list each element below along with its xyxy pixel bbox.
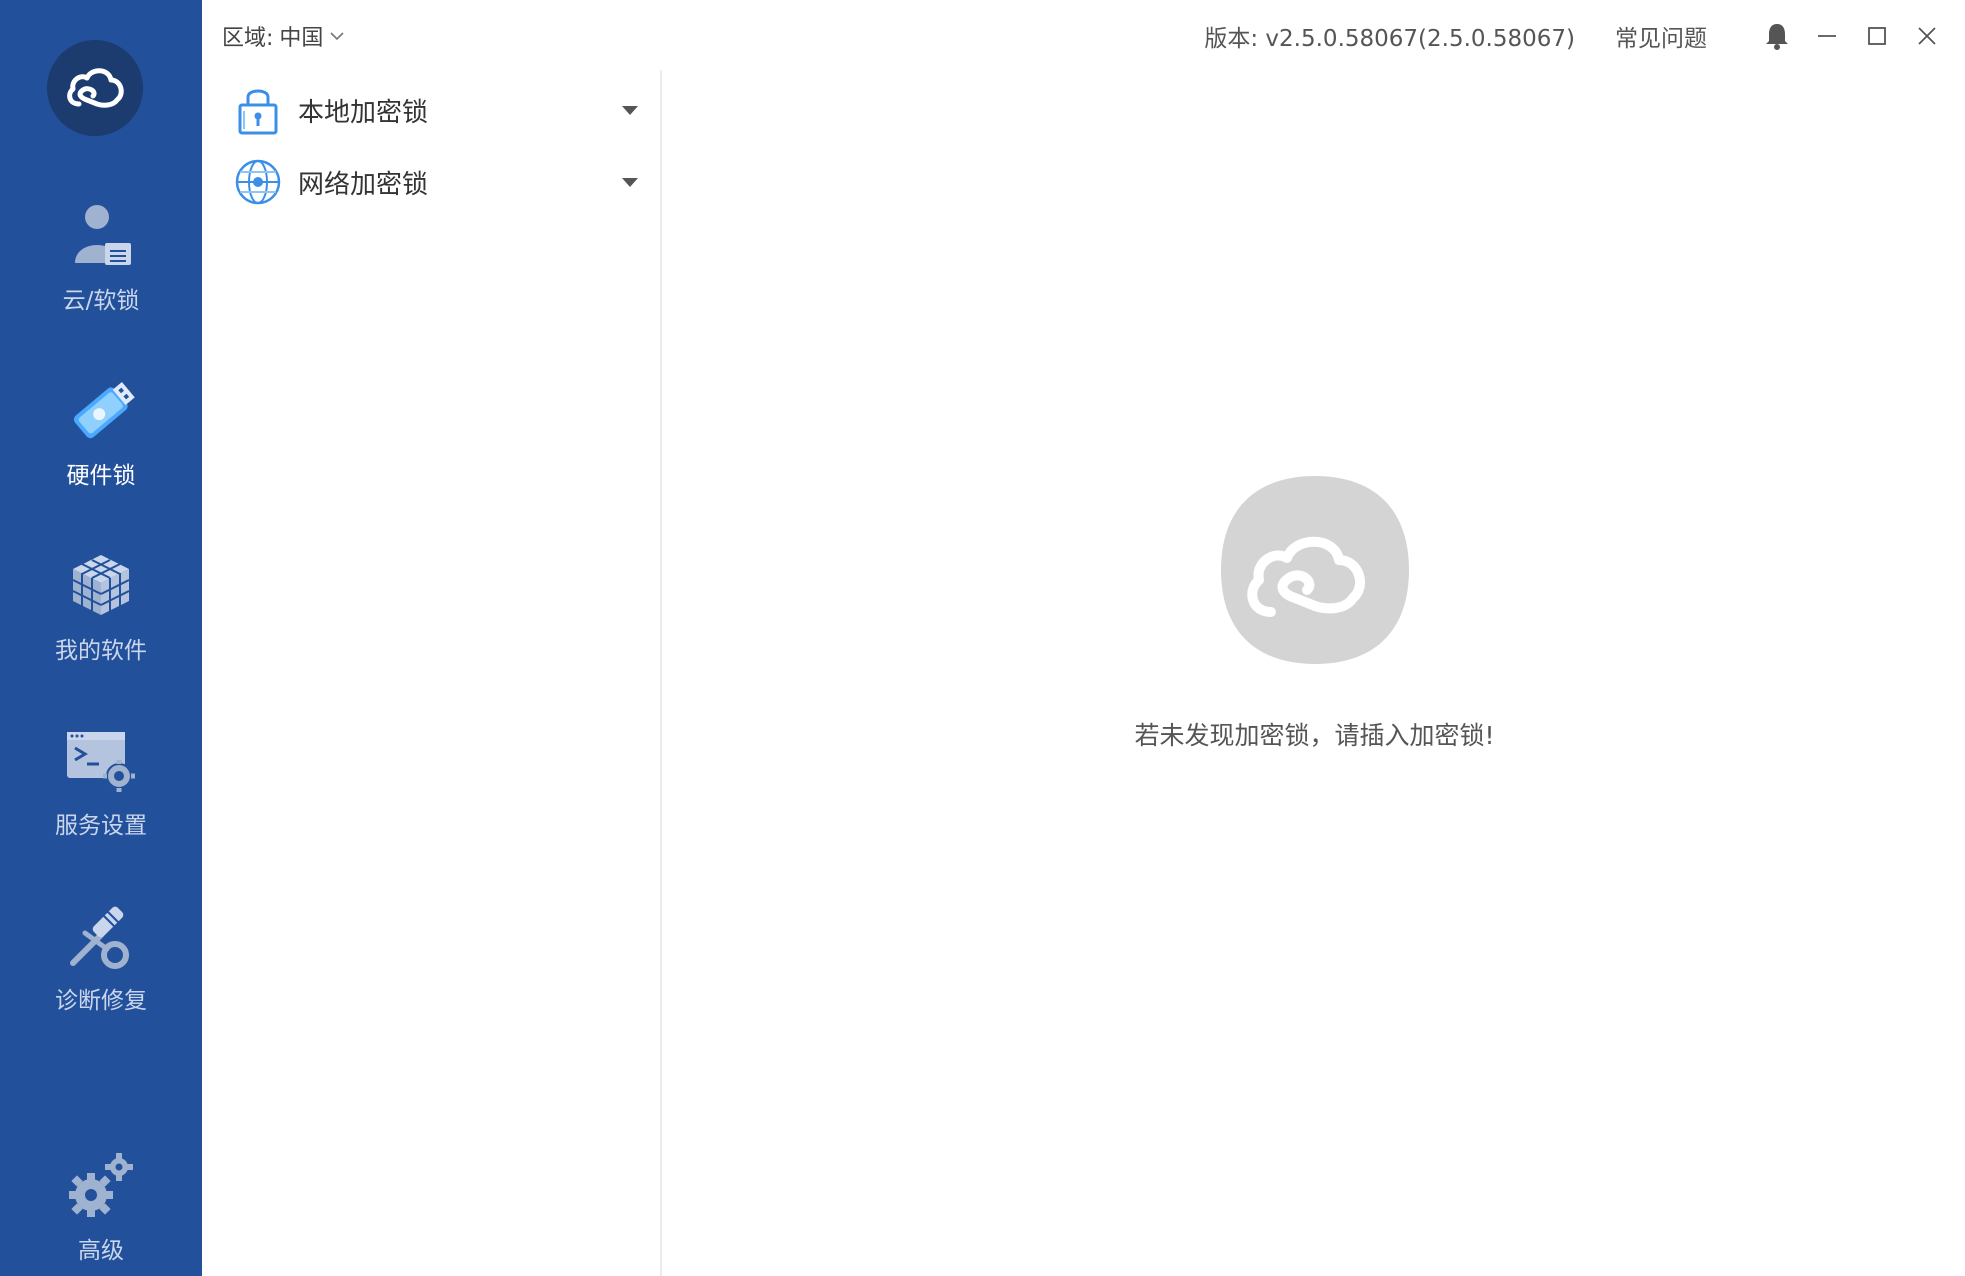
nav-label: 云/软锁	[62, 288, 140, 314]
tree-item-label: 本地加密锁	[298, 97, 429, 128]
side-nav: 云/软锁 硬件锁 我的软件 服务设置 诊断修复 高级	[0, 0, 202, 1276]
nav-item-my-software[interactable]: 我的软件	[0, 545, 202, 685]
lock-tree-panel: 本地加密锁 网络加密锁	[202, 70, 662, 1276]
maximize-button[interactable]	[1857, 16, 1897, 56]
nav-item-service-settings[interactable]: 服务设置	[0, 720, 202, 860]
nav-label: 硬件锁	[66, 463, 136, 489]
close-button[interactable]	[1907, 16, 1947, 56]
minimize-icon	[1818, 35, 1836, 37]
version-text: 版本: v2.5.0.58067(2.5.0.58067)	[1204, 26, 1575, 52]
maximize-icon	[1868, 27, 1886, 45]
faq-link[interactable]: 常见问题	[1615, 19, 1707, 53]
nav-item-cloud-soft-lock[interactable]: 云/软锁	[0, 195, 202, 335]
nav-label: 高级	[78, 1238, 124, 1264]
user-card-icon	[61, 195, 141, 275]
region-selector[interactable]: 区域: 中国	[222, 20, 345, 52]
nav-item-hardware-lock[interactable]: 硬件锁	[0, 370, 202, 510]
cube-grid-icon	[61, 545, 141, 625]
nav-item-advanced[interactable]: 高级	[0, 1145, 202, 1276]
region-label: 区域:	[222, 26, 274, 51]
tree-item-local-lock[interactable]: 本地加密锁	[232, 82, 642, 138]
empty-state: 若未发现加密锁，请插入加密锁!	[664, 470, 1965, 752]
globe-icon	[232, 156, 284, 208]
repair-tools-icon	[61, 895, 141, 975]
usb-dongle-icon	[61, 370, 141, 450]
region-value: 中国	[279, 26, 324, 51]
app-logo	[47, 40, 143, 136]
tree-item-network-lock[interactable]: 网络加密锁	[232, 154, 642, 210]
title-bar-actions: 版本: v2.5.0.58067(2.5.0.58067) 常见问题	[1204, 16, 1947, 56]
gears-icon	[61, 1145, 141, 1225]
padlock-icon	[232, 84, 284, 136]
cloud-lock-logo-icon	[67, 68, 124, 108]
tree-item-label: 网络加密锁	[298, 169, 429, 200]
caret-down-icon[interactable]	[622, 177, 638, 187]
minimize-button[interactable]	[1807, 16, 1847, 56]
bell-icon	[1766, 24, 1788, 50]
close-icon	[1918, 27, 1936, 45]
notification-button[interactable]	[1757, 16, 1797, 56]
empty-state-message: 若未发现加密锁，请插入加密锁!	[1134, 721, 1495, 750]
terminal-gear-icon	[61, 720, 141, 800]
nav-label: 我的软件	[55, 638, 147, 664]
chevron-down-icon	[330, 32, 345, 41]
nav-label: 服务设置	[55, 813, 147, 839]
caret-down-icon[interactable]	[622, 105, 638, 115]
nav-item-diagnose-repair[interactable]: 诊断修复	[0, 895, 202, 1035]
nav-label: 诊断修复	[55, 988, 147, 1014]
cloud-lock-placeholder-icon	[1220, 476, 1409, 664]
